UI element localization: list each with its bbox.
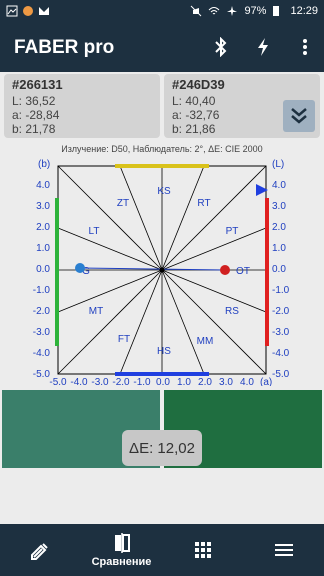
green-axis-bar: [55, 198, 59, 346]
right-tick: 0.0: [272, 264, 286, 275]
nav-compare[interactable]: Сравнение: [81, 524, 162, 576]
sample-2-a: a: -32,76: [172, 108, 220, 122]
region-label: RT: [197, 198, 210, 209]
flash-icon[interactable]: [252, 36, 274, 58]
sample-2-l: L: 40,40: [172, 94, 216, 108]
right-tick: 4.0: [272, 180, 286, 191]
delta-e-badge: ΔE: 12,02: [122, 430, 202, 466]
right-axis-label: (L): [272, 159, 284, 170]
region-label: OT: [236, 266, 250, 277]
region-label: LT: [89, 226, 100, 237]
region-label: KS: [157, 186, 171, 197]
more-menu-icon[interactable]: [294, 36, 316, 58]
blue-axis-bar: [115, 372, 209, 376]
right-tick: -1.0: [272, 285, 290, 296]
db-marker: [220, 265, 230, 275]
region-label: ZT: [117, 198, 129, 209]
hamburger-menu-icon: [274, 544, 293, 556]
app-title: FABER pro: [14, 37, 115, 58]
bottom-tick: 0.0: [156, 377, 170, 386]
bottom-tick: 2.0: [198, 377, 212, 386]
x-axis-label: (a): [260, 377, 272, 386]
bottom-tick: -4.0: [70, 377, 88, 386]
region-label: RS: [225, 306, 239, 317]
left-tick: -2.0: [33, 306, 51, 317]
expand-button[interactable]: [283, 100, 315, 132]
red-axis-bar: [265, 198, 269, 346]
bottom-tick: -2.0: [112, 377, 130, 386]
app-bar: FABER pro: [0, 24, 324, 72]
right-tick: 1.0: [272, 243, 286, 254]
nav-menu[interactable]: [243, 524, 324, 576]
da-marker: [75, 263, 85, 273]
region-label: PT: [226, 226, 239, 237]
compare-icon: [114, 533, 130, 553]
left-tick: 1.0: [36, 243, 50, 254]
left-tick: 3.0: [36, 201, 50, 212]
right-tick: 2.0: [272, 222, 286, 233]
sample-2-b: b: 21,86: [172, 122, 216, 136]
left-tick: -3.0: [33, 327, 51, 338]
region-label: HS: [157, 346, 171, 357]
bottom-tick: -3.0: [91, 377, 109, 386]
wifi-icon: [208, 5, 220, 17]
right-tick: -4.0: [272, 348, 290, 359]
left-tick: 0.0: [36, 264, 50, 275]
sample-1-hex: #266131: [12, 77, 63, 92]
bottom-navigation: Сравнение: [0, 524, 324, 576]
bottom-tick: -1.0: [133, 377, 151, 386]
chevron-double-down-icon: [291, 108, 307, 124]
right-tick: -5.0: [272, 369, 290, 380]
center-point: [159, 267, 165, 273]
left-tick: -1.0: [33, 285, 51, 296]
right-tick: -2.0: [272, 306, 290, 317]
right-tick: 3.0: [272, 201, 286, 212]
sample-card-1[interactable]: #266131 L: 36,52 a: -28,84 b: 21,78: [4, 74, 160, 138]
nav-compare-label: Сравнение: [91, 556, 152, 568]
yellow-axis-bar: [115, 164, 209, 168]
mute-icon: [190, 5, 202, 17]
battery-percent: 97%: [244, 5, 267, 17]
region-label: FT: [118, 334, 130, 345]
clock: 12:29: [290, 5, 318, 17]
left-tick: -5.0: [33, 369, 51, 380]
grid-icon: [194, 542, 211, 558]
sample-1-l: L: 36,52: [12, 94, 56, 108]
left-tick: 4.0: [36, 180, 50, 191]
battery-icon: [272, 5, 284, 17]
sample-2-hex: #246D39: [172, 77, 225, 92]
left-tick: -4.0: [33, 348, 51, 359]
nav-palette[interactable]: [162, 524, 243, 576]
region-label: MT: [89, 306, 103, 317]
left-tick: 2.0: [36, 222, 50, 233]
bottom-tick: 3.0: [219, 377, 233, 386]
nav-eyedropper[interactable]: [0, 524, 81, 576]
right-tick: -3.0: [272, 327, 290, 338]
bottom-tick: 1.0: [177, 377, 191, 386]
color-difference-chart: (b) (L) (a) 4.0 3.0 2.0 1.0 0.0 -1.0 -2.…: [33, 159, 290, 386]
left-axis-label: (b): [38, 159, 50, 170]
bluetooth-icon[interactable]: [210, 36, 232, 58]
airplane-icon: [226, 5, 238, 17]
sample-1-a: a: -28,84: [12, 108, 60, 122]
bottom-tick: -5.0: [49, 377, 67, 386]
status-bar: 97% 12:29: [0, 0, 324, 24]
sample-1-b: b: 21,78: [12, 122, 56, 136]
region-label: MM: [197, 336, 214, 347]
measurement-caption: Излучение: D50, Наблюдатель: 2°, ΔE: CIE…: [61, 144, 263, 154]
gallery-icon: [6, 5, 18, 17]
photos-icon: [22, 5, 34, 17]
bottom-tick: 4.0: [240, 377, 254, 386]
eyedropper-icon: [30, 543, 48, 560]
gmail-icon: [38, 5, 50, 17]
